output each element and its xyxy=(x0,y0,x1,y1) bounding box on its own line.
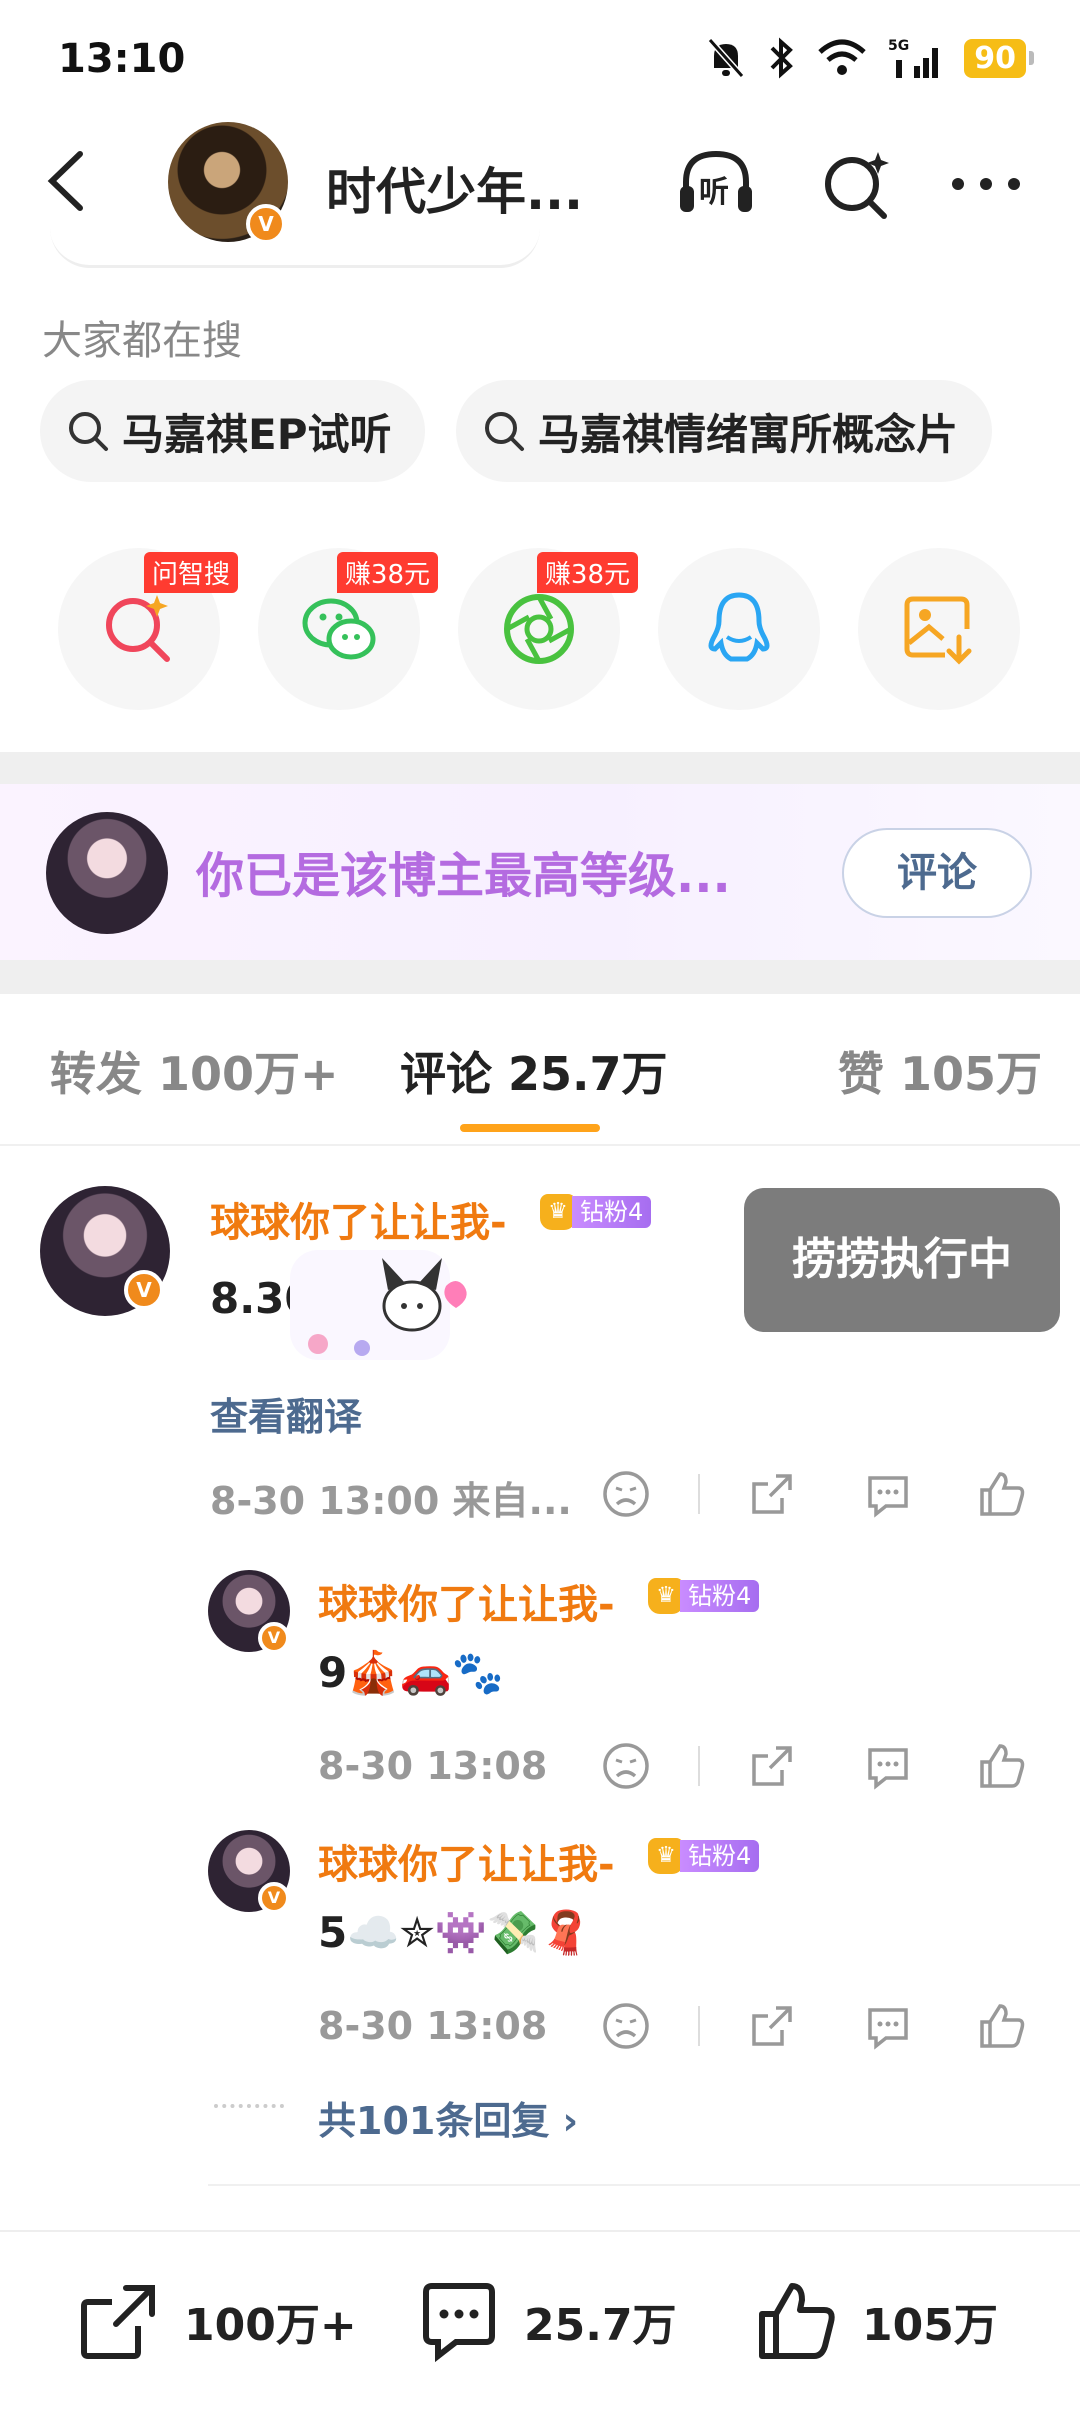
status-toast: 捞捞执行中 xyxy=(744,1188,1060,1332)
moments-icon xyxy=(504,594,574,664)
dislike-icon[interactable] xyxy=(600,1740,652,1792)
comment-icon xyxy=(423,2283,495,2363)
hot-search-chip[interactable]: 马嘉祺EP试听 xyxy=(40,380,426,482)
dislike-icon[interactable] xyxy=(600,2000,652,2052)
svg-text:听: 听 xyxy=(699,175,729,210)
save-image-icon xyxy=(904,596,972,665)
share-icon[interactable] xyxy=(746,1740,798,1792)
reply-meta: 8-30 13:08 xyxy=(318,2004,548,2048)
crown-icon: ♛ xyxy=(540,1194,576,1230)
fan-level-label: 钻粉4 xyxy=(680,1840,760,1872)
like-icon[interactable] xyxy=(976,1740,1028,1792)
fan-level-badge: ♛ 钻粉4 xyxy=(648,1578,760,1614)
partial-search-pill xyxy=(50,228,540,268)
tab-repost[interactable]: 转发 100万+ xyxy=(50,1038,339,1104)
share-tag: 问智搜 xyxy=(143,552,238,593)
share-icon[interactable] xyxy=(746,1468,798,1520)
share-wechat-button[interactable]: 赚38元 xyxy=(258,548,438,710)
status-time: 13:10 xyxy=(58,36,186,82)
chip-label: 马嘉祺情绪寓所概念片 xyxy=(538,409,959,459)
next-comment-divider xyxy=(208,2184,1080,2186)
action-divider xyxy=(698,1746,700,1786)
page-title[interactable]: 时代少年... xyxy=(326,152,583,224)
section-divider xyxy=(0,960,1080,994)
search-icon xyxy=(485,412,524,451)
share-tag: 赚38元 xyxy=(536,552,638,593)
interaction-tabs: 转发 100万+ 评论 25.7万 赞 105万 xyxy=(0,996,1080,1146)
cell-signal-icon: 5G xyxy=(888,38,939,78)
replies-dots xyxy=(214,2104,284,2108)
share-moments-button[interactable]: 赚38元 xyxy=(458,548,638,710)
action-divider xyxy=(698,2006,700,2046)
dislike-icon[interactable] xyxy=(600,1468,652,1520)
status-icons: 5G 90 xyxy=(706,36,1034,80)
repost-button[interactable]: 100万+ xyxy=(76,2278,357,2364)
mute-bell-icon xyxy=(708,38,745,78)
fan-level-banner: 你已是该博主最高等级... 评论 xyxy=(0,784,1080,960)
action-divider xyxy=(698,1474,700,1514)
reply-user-name[interactable]: 球球你了让让我- xyxy=(318,1572,615,1630)
fan-level-text: 你已是该博主最高等级... xyxy=(196,848,731,904)
tab-likes[interactable]: 赞 105万 xyxy=(838,1038,1042,1104)
share-icon[interactable] xyxy=(746,2000,798,2052)
commenter-name[interactable]: 球球你了让让我- xyxy=(210,1190,507,1248)
ai-search-icon xyxy=(106,595,170,662)
view-all-replies-link[interactable]: 共101条回复 › xyxy=(318,2090,578,2145)
tab-comments[interactable]: 评论 25.7万 xyxy=(400,1038,668,1104)
share-qq-button[interactable] xyxy=(658,548,820,710)
chip-label: 马嘉祺EP试听 xyxy=(122,409,392,459)
back-icon[interactable] xyxy=(38,146,98,216)
search-icon xyxy=(69,412,108,451)
repost-count: 100万+ xyxy=(184,2300,357,2351)
listen-icon[interactable]: 听 xyxy=(676,144,756,224)
reply-icon[interactable] xyxy=(862,2000,914,2052)
crown-icon: ♛ xyxy=(648,1578,684,1614)
share-save-image-button[interactable] xyxy=(858,548,1020,710)
qq-icon xyxy=(708,592,770,662)
reply-text: 9🎪🚗🐾 xyxy=(318,1648,505,1697)
repost-icon xyxy=(81,2285,155,2359)
verified-badge: V xyxy=(124,1270,164,1310)
battery-indicator: 90 xyxy=(964,38,1034,78)
svg-text:5G: 5G xyxy=(888,38,909,54)
share-ai-search-button[interactable]: 问智搜 xyxy=(58,548,238,710)
like-icon xyxy=(759,2283,835,2359)
fan-level-badge: ♛ 钻粉4 xyxy=(648,1838,760,1874)
reply-user-name[interactable]: 球球你了让让我- xyxy=(318,1832,615,1890)
more-icon[interactable] xyxy=(946,144,1026,224)
comment-count: 25.7万 xyxy=(524,2300,677,2351)
section-divider xyxy=(0,752,1080,784)
like-icon[interactable] xyxy=(976,2000,1028,2052)
fan-level-label: 钻粉4 xyxy=(572,1196,652,1228)
verified-badge: V xyxy=(258,1882,290,1914)
fan-level-badge: ♛ 钻粉4 xyxy=(540,1194,652,1230)
crown-icon: ♛ xyxy=(648,1838,684,1874)
status-bar: 13:10 5G 90 xyxy=(0,0,1080,120)
user-avatar[interactable] xyxy=(46,812,168,934)
like-action-button[interactable]: 105万 xyxy=(754,2278,998,2364)
comment-action-button[interactable]: 25.7万 xyxy=(416,2278,677,2364)
fan-level-label: 钻粉4 xyxy=(680,1580,760,1612)
like-icon[interactable] xyxy=(976,1468,1028,1520)
share-tag: 赚38元 xyxy=(336,552,438,593)
reply-text: 5☁️✮👾💸🧣 xyxy=(318,1908,592,1957)
comment-button[interactable]: 评论 xyxy=(842,828,1032,918)
wechat-icon xyxy=(302,598,376,660)
comment-meta: 8-30 13:00 来自... xyxy=(210,1479,572,1523)
reply-meta: 8-30 13:08 xyxy=(318,1744,548,1788)
ai-search-icon[interactable] xyxy=(818,144,898,224)
verified-badge: V xyxy=(258,1622,290,1654)
hot-search-title: 大家都在搜 xyxy=(42,318,242,364)
active-tab-indicator xyxy=(460,1124,600,1132)
reply-icon[interactable] xyxy=(862,1740,914,1792)
hot-search-chip[interactable]: 马嘉祺情绪寓所概念片 xyxy=(456,380,993,482)
kuromi-sticker xyxy=(290,1250,467,1360)
bottom-action-bar: 100万+ 25.7万 105万 xyxy=(0,2230,1080,2412)
bluetooth-icon xyxy=(770,37,794,79)
like-count: 105万 xyxy=(862,2300,998,2351)
view-translation-link[interactable]: 查看翻译 xyxy=(210,1386,362,1441)
wifi-icon xyxy=(818,39,866,75)
reply-icon[interactable] xyxy=(862,1468,914,1520)
